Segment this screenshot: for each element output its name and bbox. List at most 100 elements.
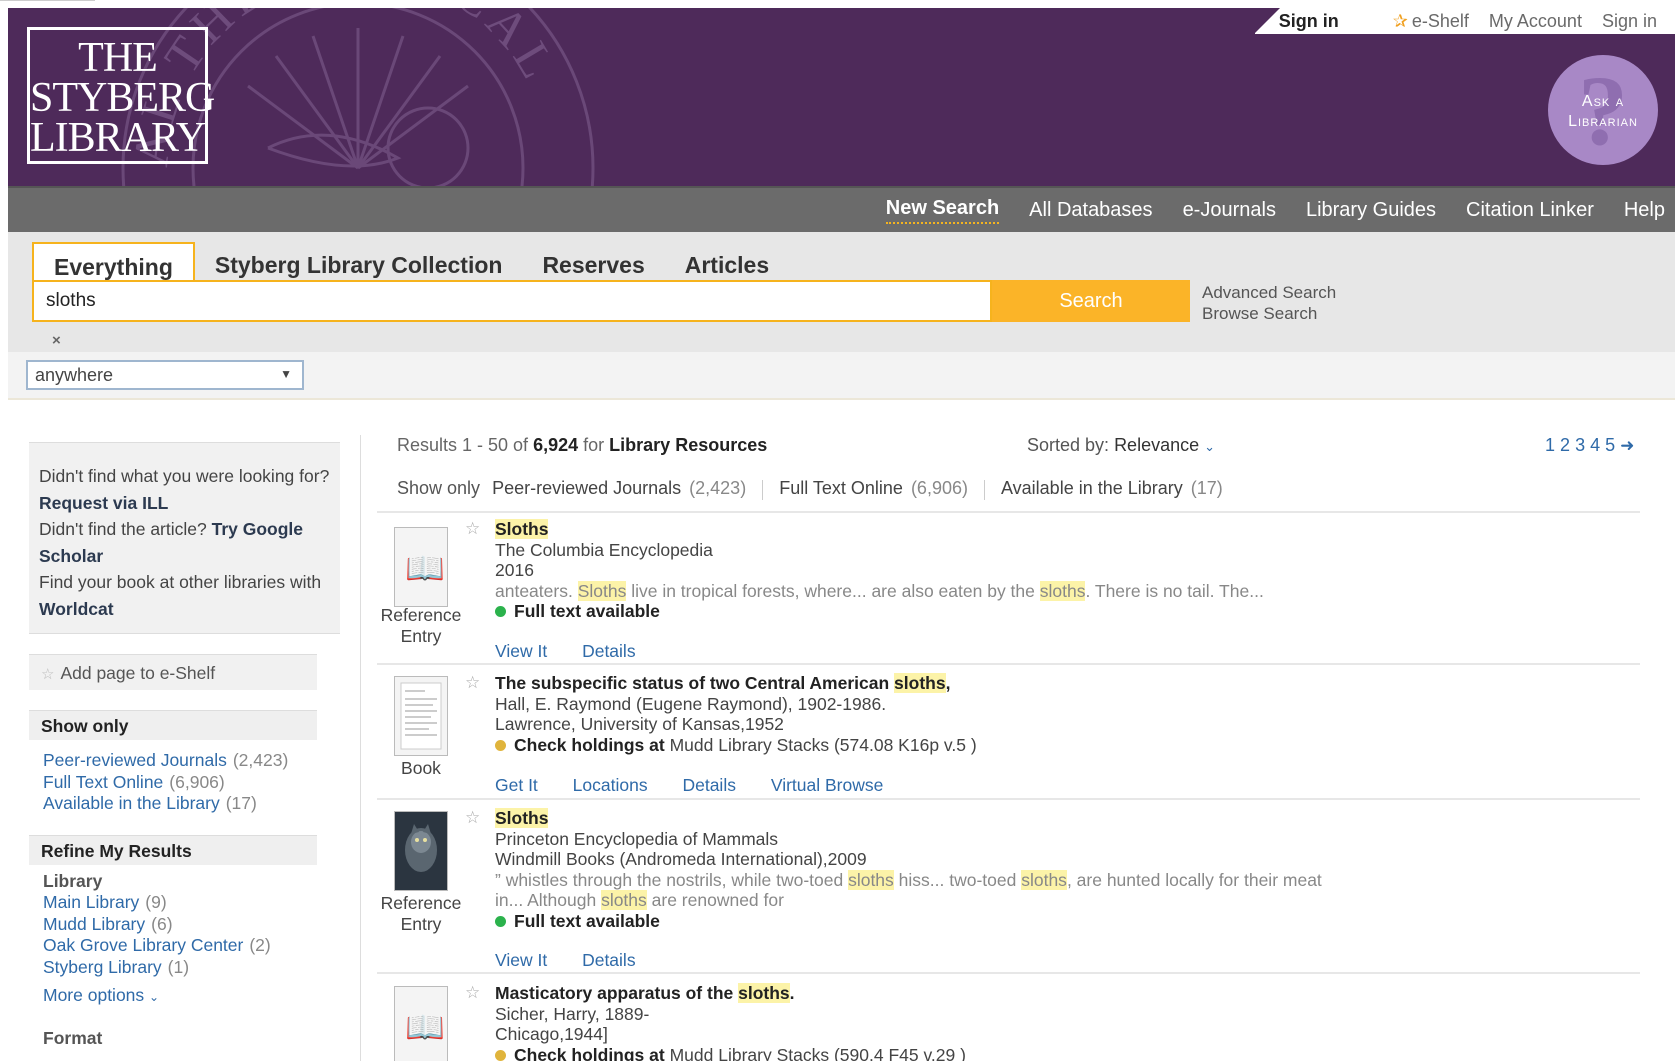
sort-control[interactable]: Sorted by: Relevance ⌄ <box>1027 435 1215 456</box>
clear-search-icon[interactable]: × <box>52 332 61 349</box>
star-outline-icon[interactable]: ☆ <box>465 808 480 828</box>
facet-styberg-library[interactable]: Styberg Library (1) <box>43 957 340 979</box>
thumbnail[interactable]: 📖 <box>394 986 448 1061</box>
filter-peer-reviewed[interactable]: Peer-reviewed Journals <box>492 478 681 500</box>
status-dot-icon <box>495 1049 506 1061</box>
animal-cover-icon <box>395 812 447 890</box>
nav-all-databases[interactable]: All Databases <box>1029 199 1152 222</box>
record-source: Princeton Encyclopedia of Mammals <box>495 828 779 849</box>
facet-main-library[interactable]: Main Library (9) <box>43 892 340 914</box>
nav-citation-linker[interactable]: Citation Linker <box>1466 199 1594 222</box>
more-options-label: More options <box>43 985 145 1005</box>
availability-status[interactable]: Full text available <box>495 601 1615 622</box>
page-link[interactable]: 3 <box>1575 435 1585 455</box>
page-link[interactable]: 2 <box>1560 435 1570 455</box>
ill-text: Find your book at other libraries with <box>39 572 322 592</box>
filter-full-text[interactable]: Full Text Online <box>779 478 903 500</box>
add-page-eshelf-button[interactable]: ☆ Add page to e-Shelf <box>29 654 317 690</box>
search-scope-select[interactable]: anywhere ▼ <box>26 360 304 390</box>
record-title: Sloths <box>495 808 549 828</box>
star-outline-icon[interactable]: ☆ <box>465 983 480 1003</box>
ask-a-librarian-button[interactable]: ? Ask a Librarian <box>1548 55 1658 165</box>
more-options-link[interactable]: More options ⌄ <box>29 985 340 1006</box>
record-type: Reference Entry <box>374 893 468 935</box>
nav-new-search[interactable]: New Search <box>885 197 1000 224</box>
record-title-link[interactable]: Sloths <box>495 808 1615 829</box>
facet-label: Peer-reviewed Journals <box>43 750 227 770</box>
page-link[interactable]: 4 <box>1590 435 1600 455</box>
left-sidebar: Didn't find what you were looking for? R… <box>29 442 340 1049</box>
format-group-heading: Format <box>43 1028 103 1048</box>
cover-image[interactable] <box>394 811 448 891</box>
availability-status[interactable]: Check holdings at Mudd Library Stacks (5… <box>495 735 1615 756</box>
divider <box>377 511 1640 513</box>
record-title-link[interactable]: Sloths <box>495 519 1615 540</box>
record-type-line: Reference <box>380 893 462 913</box>
record-title-link[interactable]: The subspecific status of two Central Am… <box>495 673 1615 694</box>
worldcat-link[interactable]: Worldcat <box>39 599 114 619</box>
page-link[interactable]: 5 <box>1605 435 1615 455</box>
record-publisher: Windmill Books (Andromeda International)… <box>495 849 867 869</box>
get-it-link[interactable]: Get It <box>495 775 538 795</box>
facet-label: Available in the Library <box>43 793 220 813</box>
library-group-heading: Library <box>43 870 103 891</box>
divider <box>377 663 1640 665</box>
arrow-right-icon[interactable]: ➜ <box>1620 436 1634 455</box>
search-button[interactable]: Search <box>992 280 1190 322</box>
availability-status[interactable]: Full text available <box>495 911 1615 932</box>
locations-link[interactable]: Locations <box>573 775 648 795</box>
facet-mudd-library[interactable]: Mudd Library (6) <box>43 914 340 936</box>
facet-count: (17) <box>225 793 257 813</box>
main-nav: New Search All Databases e-Journals Libr… <box>8 186 1675 232</box>
nav-help[interactable]: Help <box>1624 199 1665 222</box>
details-link[interactable]: Details <box>582 950 636 970</box>
record-date: 2016 <box>495 560 534 580</box>
facet-count: (9) <box>145 892 167 912</box>
details-link[interactable]: Details <box>682 775 736 795</box>
facet-available[interactable]: Available in the Library (17) <box>43 793 340 815</box>
scope-value: anywhere <box>35 365 114 385</box>
chevron-down-icon: ⌄ <box>149 990 160 1004</box>
facet-oak-grove[interactable]: Oak Grove Library Center (2) <box>43 935 340 957</box>
tab-articles[interactable]: Articles <box>665 242 789 284</box>
page-link[interactable]: 1 <box>1545 435 1555 455</box>
eshelf-link[interactable]: ✰ e-Shelf <box>1393 11 1469 32</box>
search-input[interactable] <box>32 280 992 322</box>
logo-line: STYBERG <box>30 75 215 121</box>
library-logo[interactable]: THE STYBERG LIBRARY <box>27 27 215 164</box>
star-outline-icon[interactable]: ☆ <box>465 519 480 539</box>
facet-count: (2) <box>249 935 271 955</box>
record-type-line: Entry <box>400 626 442 646</box>
star-outline-icon[interactable]: ☆ <box>465 673 480 693</box>
advanced-search-link[interactable]: Advanced Search <box>1202 282 1336 303</box>
nav-e-journals[interactable]: e-Journals <box>1183 199 1276 222</box>
tab-reserves[interactable]: Reserves <box>522 242 664 284</box>
signin-link[interactable]: Sign in <box>1602 11 1657 32</box>
tab-styberg-collection[interactable]: Styberg Library Collection <box>195 242 523 284</box>
nav-library-guides[interactable]: Library Guides <box>1306 199 1436 222</box>
availability-location: Mudd Library Stacks (574.08 K16p v.5 ) <box>669 734 977 755</box>
availability-status[interactable]: Check holdings at Mudd Library Stacks (5… <box>495 1045 1615 1061</box>
thumbnail[interactable]: 📖 <box>394 527 448 607</box>
virtual-browse-link[interactable]: Virtual Browse <box>771 775 884 795</box>
my-account-link[interactable]: My Account <box>1489 11 1582 32</box>
scope-row: anywhere ▼ <box>8 352 1675 400</box>
filter-available[interactable]: Available in the Library <box>1001 478 1183 500</box>
record-title-link[interactable]: Masticatory apparatus of the sloths. <box>495 983 1615 1004</box>
view-it-link[interactable]: View It <box>495 950 547 970</box>
thumbnail[interactable] <box>394 676 448 756</box>
request-ill-link[interactable]: Request via ILL <box>39 493 168 513</box>
add-page-label: Add page to e-Shelf <box>60 663 216 683</box>
column-divider <box>360 435 361 1061</box>
facet-full-text[interactable]: Full Text Online (6,906) <box>43 772 340 794</box>
chevron-down-icon: ⌄ <box>1204 439 1216 454</box>
signin-link-bold[interactable]: Sign in <box>1279 11 1339 32</box>
facet-peer-reviewed[interactable]: Peer-reviewed Journals (2,423) <box>43 750 340 772</box>
browse-search-link[interactable]: Browse Search <box>1202 303 1336 324</box>
record-publisher: Chicago,1944] <box>495 1024 608 1044</box>
details-link[interactable]: Details <box>582 641 636 661</box>
eshelf-label: e-Shelf <box>1411 10 1469 31</box>
facet-count: (2,423) <box>232 750 289 770</box>
view-it-link[interactable]: View It <box>495 641 547 661</box>
caret-down-icon: ▼ <box>280 367 292 381</box>
